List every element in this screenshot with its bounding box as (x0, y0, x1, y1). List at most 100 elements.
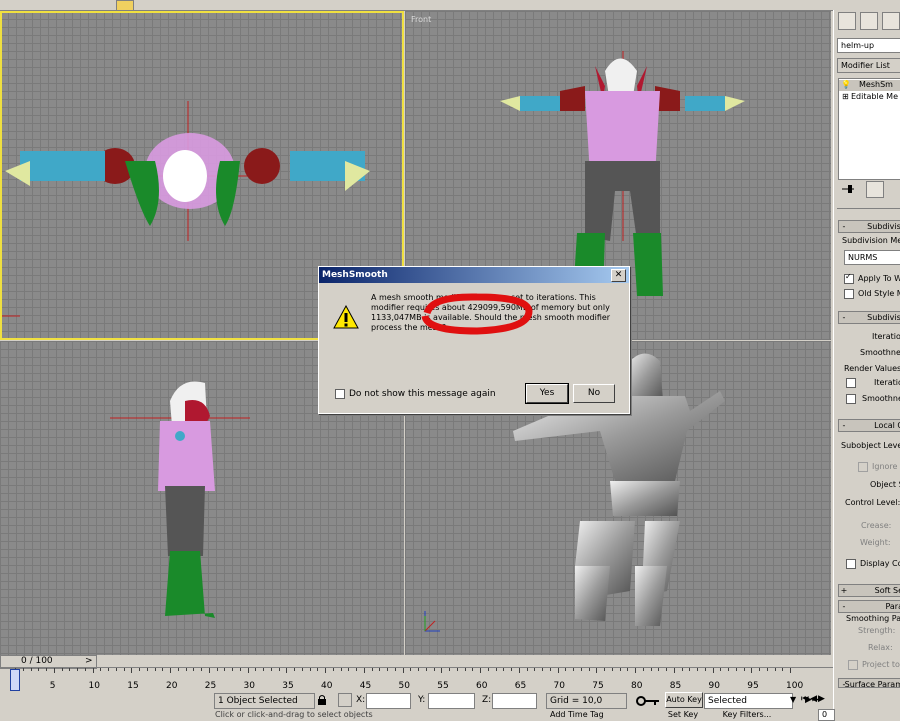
apply-to-whole-mesh-checkbox[interactable] (844, 272, 854, 284)
timeline-minor-tick (619, 668, 621, 671)
next-frame-arrow[interactable]: > (85, 656, 93, 666)
key-icon[interactable] (635, 694, 661, 708)
red-scribble-highlight (421, 293, 533, 335)
subdivision-method-dropdown[interactable]: NURMS (844, 250, 900, 265)
relax-label: Relax: (868, 643, 893, 652)
modifier-list-dropdown[interactable]: Modifier List (837, 58, 900, 73)
timeline-minor-tick (239, 668, 241, 671)
timeline-minor-tick (61, 668, 63, 671)
timeline-minor-tick (379, 668, 381, 671)
chevron-down-icon[interactable]: ▼ (790, 695, 796, 704)
timeline-tick-label: 55 (437, 681, 449, 691)
timeline-tick-label: 20 (166, 681, 178, 691)
timeline-tick-label: 60 (476, 681, 488, 691)
render-iterations-checkbox[interactable] (846, 378, 856, 388)
no-button[interactable]: No (573, 384, 615, 403)
timeline-tick (441, 668, 443, 673)
key-mode-dropdown[interactable]: Selected (704, 693, 793, 709)
select-object-icon[interactable] (116, 0, 134, 11)
timeline-minor-tick (84, 668, 86, 671)
timeline-tick-label: 50 (398, 681, 410, 691)
stack-item-editable-mesh[interactable]: ⊞ Editable Me (839, 92, 900, 103)
key-filters-button[interactable]: Key Filters... (705, 710, 789, 719)
timeline-minor-tick (263, 668, 264, 671)
apply-to-label: Apply To W (858, 274, 900, 283)
stack-item-meshsmooth[interactable]: 💡 MeshSm (839, 80, 900, 91)
timeline-minor-tick (526, 668, 528, 671)
lightbulb-icon[interactable]: 💡 (841, 80, 851, 89)
create-tab-icon[interactable] (838, 12, 856, 30)
select-by-name-icon[interactable] (146, 0, 162, 9)
timeline-ruler[interactable]: 0510152025303540455055606570758085909510… (0, 667, 833, 691)
timeline-minor-tick (139, 668, 140, 671)
timeline-minor-tick (301, 668, 303, 671)
rollout-title: Local C (874, 421, 900, 430)
undo-icon[interactable] (2, 0, 18, 9)
rollout-local-control[interactable]: -Local C (838, 419, 900, 432)
timeline-minor-tick (332, 668, 334, 671)
pin-stack-icon[interactable] (840, 182, 856, 196)
modify-tab-icon[interactable] (860, 12, 878, 30)
timeline-minor-tick (348, 668, 350, 671)
timeline-minor-tick (154, 668, 156, 671)
make-unique-icon[interactable] (890, 181, 900, 196)
timeline-minor-tick (580, 668, 582, 671)
timeline-minor-tick (216, 668, 218, 671)
project-to-limit-checkbox[interactable] (848, 660, 858, 670)
move-icon[interactable] (460, 0, 476, 9)
auto-key-button[interactable]: Auto Key (665, 692, 703, 708)
timeline-tick (53, 668, 55, 673)
subdivision-method-label: Subdivision Meth (842, 236, 900, 245)
y-label: Y: (418, 695, 426, 705)
timeline-tick-label: 80 (631, 681, 643, 691)
close-button[interactable]: ✕ (611, 269, 626, 282)
timeline-minor-tick (495, 668, 497, 671)
timeline-minor-tick (278, 668, 280, 671)
timeline-tick (790, 668, 791, 673)
timeline-tick (92, 668, 94, 673)
timeline-minor-tick (542, 668, 543, 671)
yes-button[interactable]: Yes (525, 383, 569, 404)
timeline-minor-tick (774, 668, 776, 671)
time-slider-thumb[interactable] (10, 669, 20, 691)
expand-icon[interactable]: ⊞ (842, 92, 849, 101)
ignore-backfacing-checkbox[interactable] (858, 462, 868, 472)
stack-item-label: MeshSm (859, 80, 893, 89)
timeline-minor-tick (642, 668, 644, 671)
old-style-mapping-checkbox[interactable] (844, 289, 854, 299)
next-key-icon[interactable]: ▶⏭ (805, 695, 833, 707)
timeline-tick-label: 75 (592, 681, 604, 691)
rollout-subdivision-amount[interactable]: - Subdivisi (838, 311, 900, 324)
timeline-minor-tick (185, 668, 187, 671)
show-end-result-icon[interactable] (866, 181, 884, 198)
display-control-mesh-checkbox[interactable] (846, 559, 856, 569)
rollout-surface-parameters[interactable]: - Surface Param (838, 678, 900, 688)
rollout-parameters[interactable]: -Para (838, 600, 900, 613)
hierarchy-tab-icon[interactable] (882, 12, 900, 30)
rollout-title: Subdivisi (867, 313, 900, 322)
subobject-level-label: Subobject Level (841, 441, 900, 450)
timeline-minor-tick (69, 668, 71, 671)
set-key-button[interactable]: Set Key (665, 710, 701, 719)
z-coordinate-field[interactable] (492, 693, 537, 709)
absolute-mode-icon[interactable] (338, 693, 352, 707)
rollout-subdivision-method[interactable]: - Subdivisi (838, 220, 900, 233)
dont-show-checkbox[interactable] (335, 389, 345, 399)
timeline-minor-tick (123, 668, 125, 671)
x-coordinate-field[interactable] (366, 693, 411, 709)
timeline-tick-label: 100 (786, 681, 804, 691)
snap-icon[interactable] (590, 0, 606, 9)
object-name-field[interactable]: helm-up (837, 38, 900, 53)
y-coordinate-field[interactable] (428, 693, 475, 709)
timeline-minor-tick (611, 668, 613, 671)
timeline-minor-tick (464, 668, 466, 671)
current-frame-field[interactable]: 0 (818, 709, 835, 721)
lock-selection-icon[interactable] (316, 694, 328, 706)
timeline-minor-tick (201, 668, 202, 671)
render-iterations-label: Iteratio (874, 378, 900, 387)
timeline-minor-tick (317, 668, 319, 671)
timeline-tick (402, 668, 404, 673)
add-time-tag[interactable]: Add Time Tag (550, 710, 610, 719)
rollout-soft-selection[interactable]: +Soft Se (838, 584, 900, 597)
render-smoothness-checkbox[interactable] (846, 394, 856, 404)
